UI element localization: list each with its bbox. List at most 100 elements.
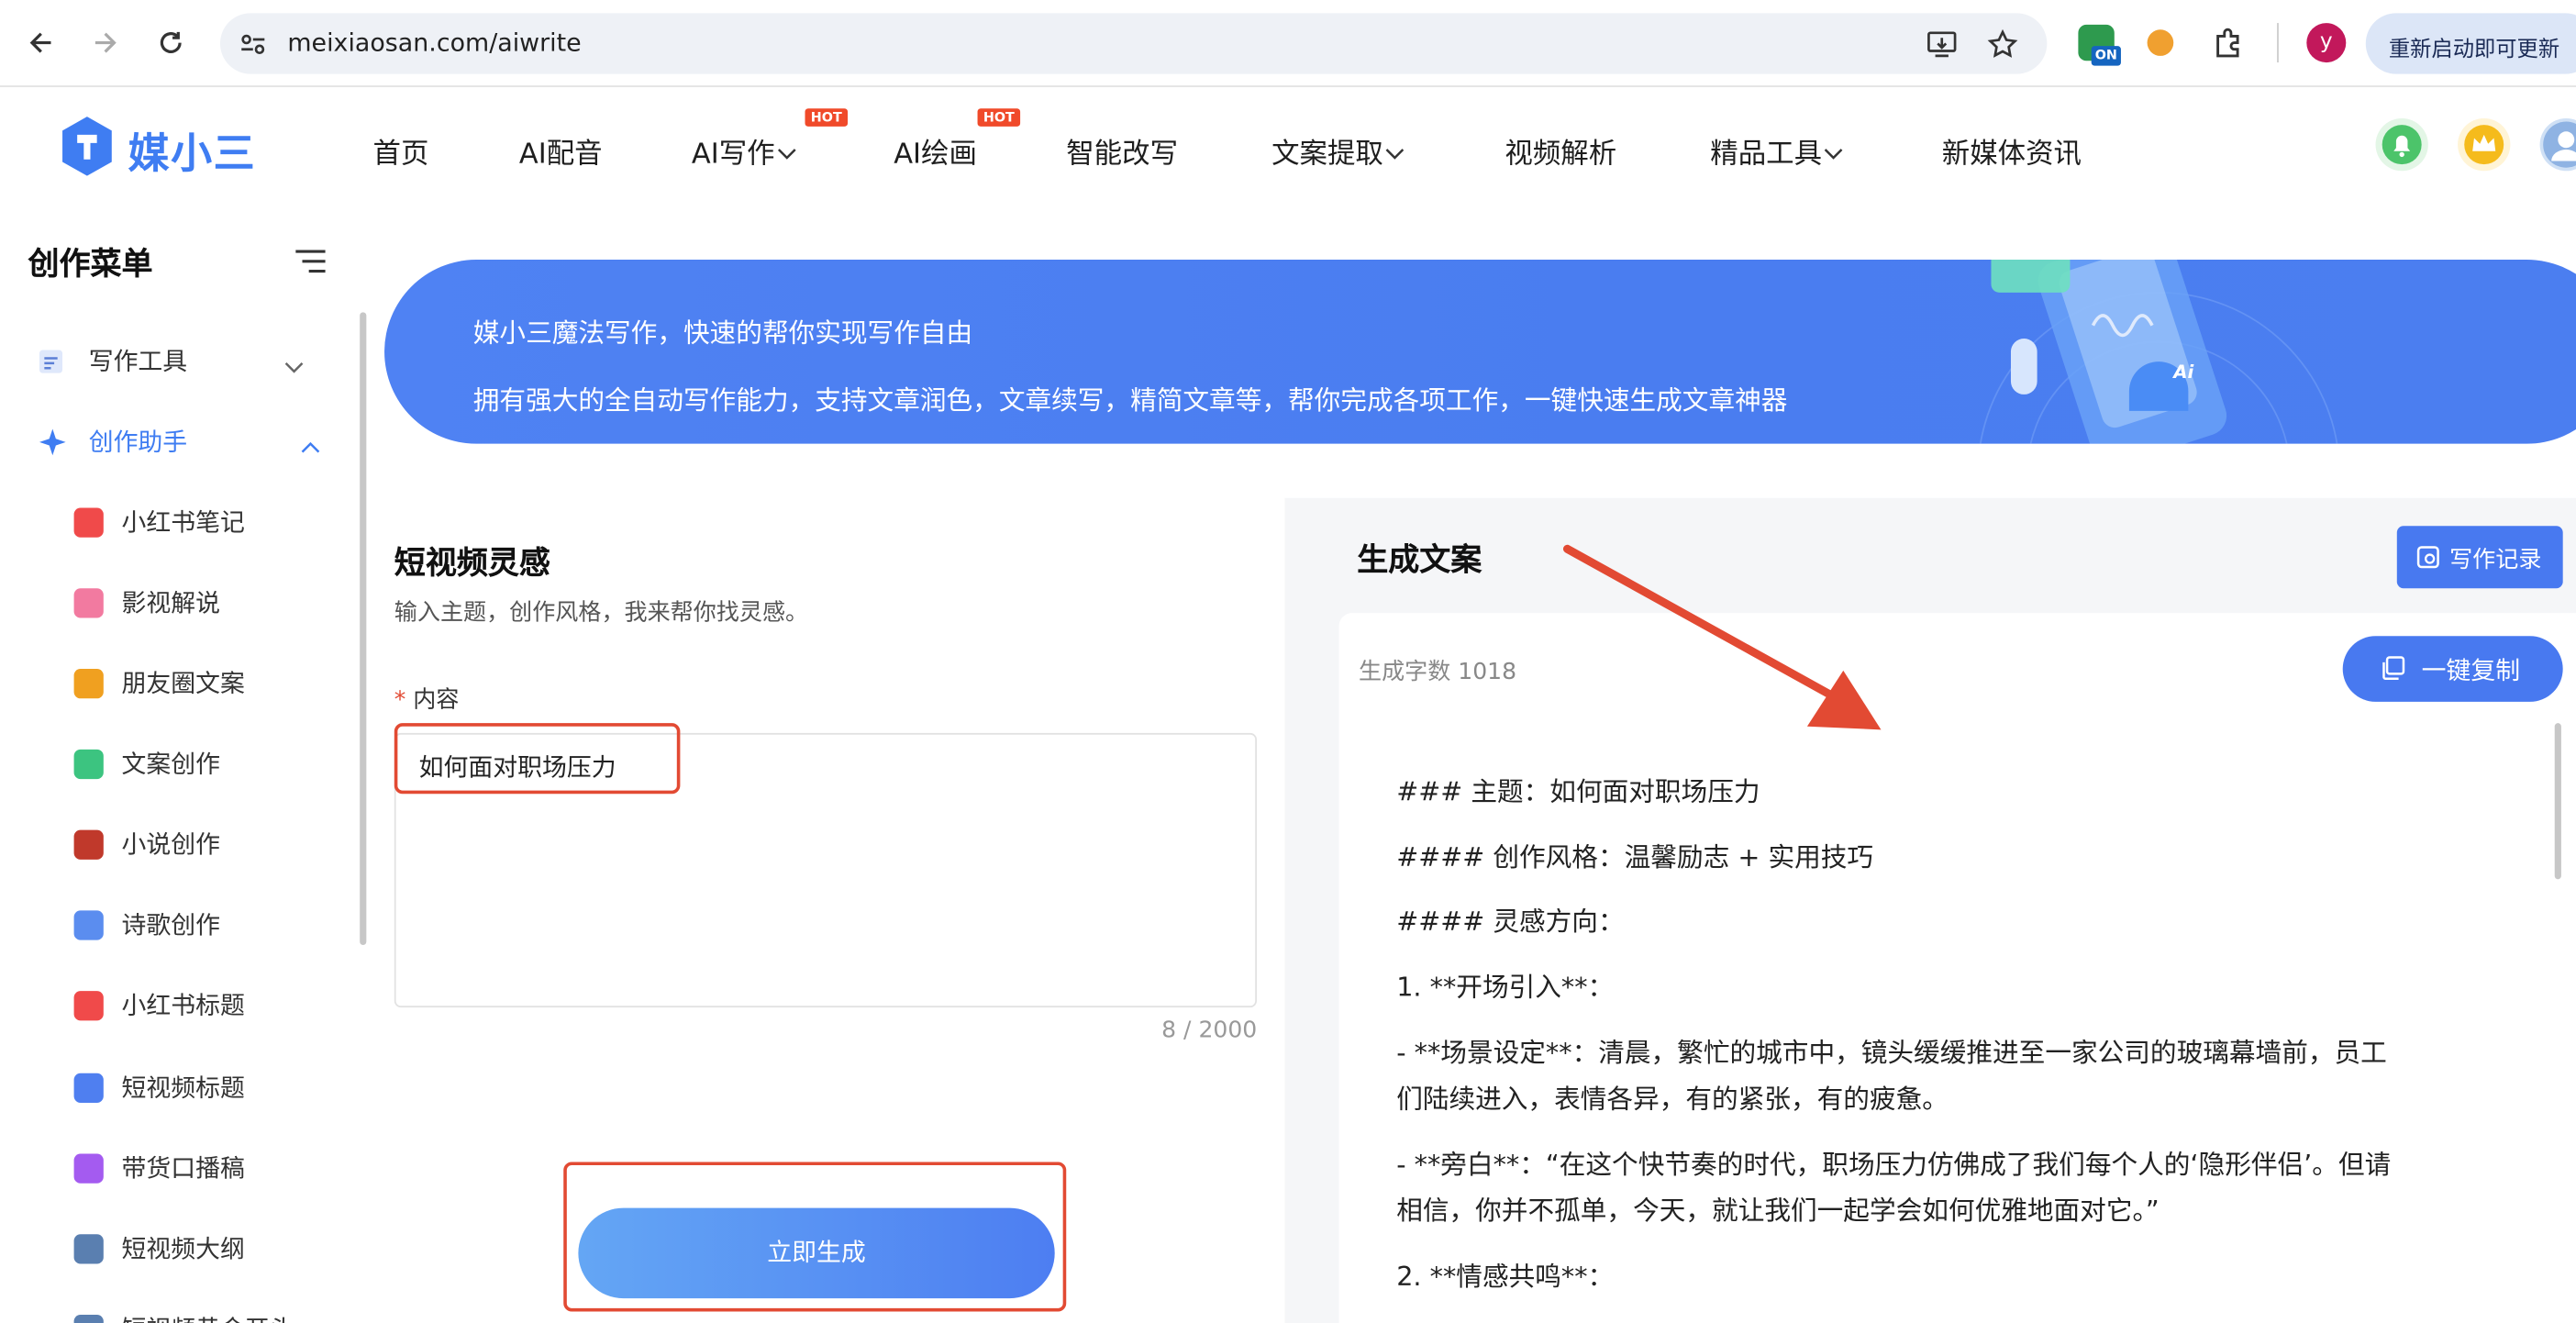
sidebar-item[interactable]: 短视频标题 — [122, 1070, 245, 1105]
result-scrollbar[interactable] — [2554, 723, 2561, 880]
form-title: 短视频灵感 — [394, 545, 550, 583]
nav-smart-rewrite[interactable]: 智能改写 — [1066, 130, 1178, 171]
result-line: 相信，你并不孤单，今天，就让我们一起学会如何优雅地面对它。” — [1396, 1195, 2160, 1227]
nav-copy-extract[interactable]: 文案提取 — [1271, 130, 1406, 172]
hero-banner: 媒小三魔法写作，快速的帮你实现写作自由 拥有强大的全自动写作能力，支持文章润色，… — [384, 260, 2576, 444]
content-label-text: 内容 — [413, 686, 460, 714]
xiaohongshu-icon — [73, 507, 104, 538]
short-video-icon — [73, 1073, 104, 1103]
result-line: - **旁白**：“在这个快节奏的时代，职场压力仿佛成了我们每个人的‘隐形伴侣’… — [1396, 1149, 2392, 1181]
video-icon — [73, 588, 104, 618]
sidebar-group-writing-tools[interactable]: 写作工具 — [89, 343, 187, 378]
hot-badge: HOT — [805, 108, 849, 127]
banner-illustration-icon — [1979, 260, 2338, 444]
chevron-down-icon[interactable] — [283, 351, 305, 383]
nav-video-parse[interactable]: 视频解析 — [1505, 130, 1616, 171]
poem-icon — [73, 910, 104, 940]
result-line: 2. **情感共鸣**： — [1396, 1260, 1615, 1292]
sidebar-item[interactable]: 小红书标题 — [122, 988, 245, 1023]
short-video-icon — [73, 1315, 104, 1323]
copy-icon — [2382, 656, 2405, 681]
highlight-box-input — [394, 723, 681, 795]
sidebar-scrollbar[interactable] — [360, 312, 367, 945]
nav-ai-drawing[interactable]: AI绘画 — [894, 130, 977, 171]
install-app-icon[interactable] — [1926, 28, 1959, 67]
browser-toolbar: meixiaosan.com/aiwrite ON y 重新启动即可更新 — [0, 0, 2576, 87]
bulb-icon — [73, 749, 104, 780]
sidebar-item[interactable]: 小红书笔记 — [122, 505, 245, 539]
sidebar-item[interactable]: 带货口播稿 — [122, 1151, 245, 1185]
relaunch-update-button[interactable]: 重新启动即可更新 — [2365, 13, 2576, 74]
result-line: ### 主题：如何面对职场压力 — [1396, 775, 1760, 807]
sidebar-item[interactable]: 小说创作 — [122, 827, 220, 862]
vip-crown-icon[interactable] — [2458, 117, 2511, 172]
address-bar[interactable]: meixiaosan.com/aiwrite — [219, 13, 2048, 74]
result-line: 们陆续进入，表情各异，有的紧张，有的疲惫。 — [1396, 1083, 1949, 1115]
user-icon — [2543, 121, 2576, 168]
sidebar-item[interactable]: 短视频黄金开头 — [122, 1311, 294, 1323]
nav-premium-tools-label: 精品工具 — [1710, 138, 1823, 172]
back-icon[interactable] — [21, 23, 61, 62]
result-line: #### 灵感方向： — [1396, 906, 1625, 938]
nav-ai-dubbing[interactable]: AI配音 — [519, 130, 603, 171]
logo-text: 媒小三 — [128, 129, 257, 178]
sidebar-item[interactable]: 朋友圈文案 — [122, 665, 245, 700]
nav-copy-extract-label: 文案提取 — [1271, 138, 1383, 172]
nav-premium-tools[interactable]: 精品工具 — [1710, 130, 1845, 172]
char-counter: 8 / 2000 — [1161, 1017, 1258, 1044]
writing-tools-icon — [36, 345, 69, 384]
nav-home[interactable]: 首页 — [373, 130, 429, 171]
copy-all-label: 一键复制 — [2421, 655, 2521, 685]
outline-icon — [73, 1234, 104, 1264]
form-subtitle: 输入主题，创作风格，我来帮你找灵感。 — [394, 599, 809, 627]
aperture-icon — [73, 669, 104, 699]
broadcast-icon — [73, 1153, 104, 1184]
writing-record-label: 写作记录 — [2449, 547, 2542, 574]
result-line: - **场景设定**：清晨，繁忙的城市中，镜头缓缓推进至一家公司的玻璃幕墙前，员… — [1396, 1037, 2387, 1069]
hot-badge: HOT — [977, 108, 1021, 127]
record-icon — [2416, 546, 2439, 569]
creation-assistant-icon — [36, 426, 69, 465]
sidebar-title: 创作菜单 — [28, 246, 153, 284]
site-logo[interactable]: 媒小三 — [59, 115, 255, 183]
toolbar-divider — [2277, 23, 2279, 63]
translate-extension-icon[interactable] — [2144, 27, 2177, 66]
copy-all-button[interactable]: 一键复制 — [2342, 636, 2563, 702]
word-count: 生成字数 1018 — [1359, 659, 1517, 685]
sidebar-item[interactable]: 诗歌创作 — [122, 907, 220, 942]
logo-mark-icon — [62, 117, 112, 176]
sidebar-group-creation-assistant[interactable]: 创作助手 — [89, 424, 187, 459]
annotation-arrow-icon — [1562, 544, 1882, 730]
extension-icon[interactable]: ON — [2078, 24, 2121, 66]
sidebar-item[interactable]: 短视频大纲 — [122, 1231, 245, 1266]
chevron-down-icon — [1385, 149, 1405, 160]
sidebar-item[interactable]: 影视解说 — [122, 585, 220, 620]
required-mark: * — [394, 686, 406, 714]
highlight-box-generate — [563, 1162, 1067, 1312]
book-icon — [73, 829, 104, 860]
nav-ai-writing[interactable]: AI写作 — [692, 130, 798, 171]
nav-media-news[interactable]: 新媒体资讯 — [1942, 130, 2082, 171]
result-line: #### 创作风格：温馨励志 + 实用技巧 — [1396, 841, 1874, 873]
result-title: 生成文案 — [1357, 542, 1482, 579]
result-line: 1. **开场引入**： — [1396, 971, 1615, 1003]
collapse-menu-icon[interactable] — [293, 247, 328, 283]
chevron-up-icon[interactable] — [299, 430, 322, 461]
reload-icon[interactable] — [151, 23, 191, 62]
screen: meixiaosan.com/aiwrite ON y 重新启动即可更新 媒小三… — [0, 0, 2576, 1323]
notification-bell-icon[interactable] — [2375, 117, 2428, 172]
profile-avatar[interactable]: y — [2306, 23, 2347, 63]
user-avatar[interactable] — [2539, 117, 2576, 172]
site-settings-icon[interactable] — [239, 29, 268, 65]
bookmark-star-icon[interactable] — [1986, 28, 2019, 67]
extensions-puzzle-icon[interactable] — [2211, 25, 2247, 68]
sidebar-item[interactable]: 文案创作 — [122, 746, 220, 781]
banner-description: 拥有强大的全自动写作能力，支持文章润色，文章续写，精简文章等，帮你完成各项工作，… — [472, 384, 1788, 417]
url-text[interactable]: meixiaosan.com/aiwrite — [287, 28, 581, 57]
chevron-down-icon — [1824, 149, 1843, 160]
banner-headline: 媒小三魔法写作，快速的帮你实现写作自由 — [472, 317, 973, 349]
banner-ai-badge: Ai — [2173, 361, 2194, 384]
forward-icon[interactable] — [85, 23, 125, 62]
xiaohongshu-icon — [73, 991, 104, 1021]
writing-record-button[interactable]: 写作记录 — [2396, 526, 2563, 589]
